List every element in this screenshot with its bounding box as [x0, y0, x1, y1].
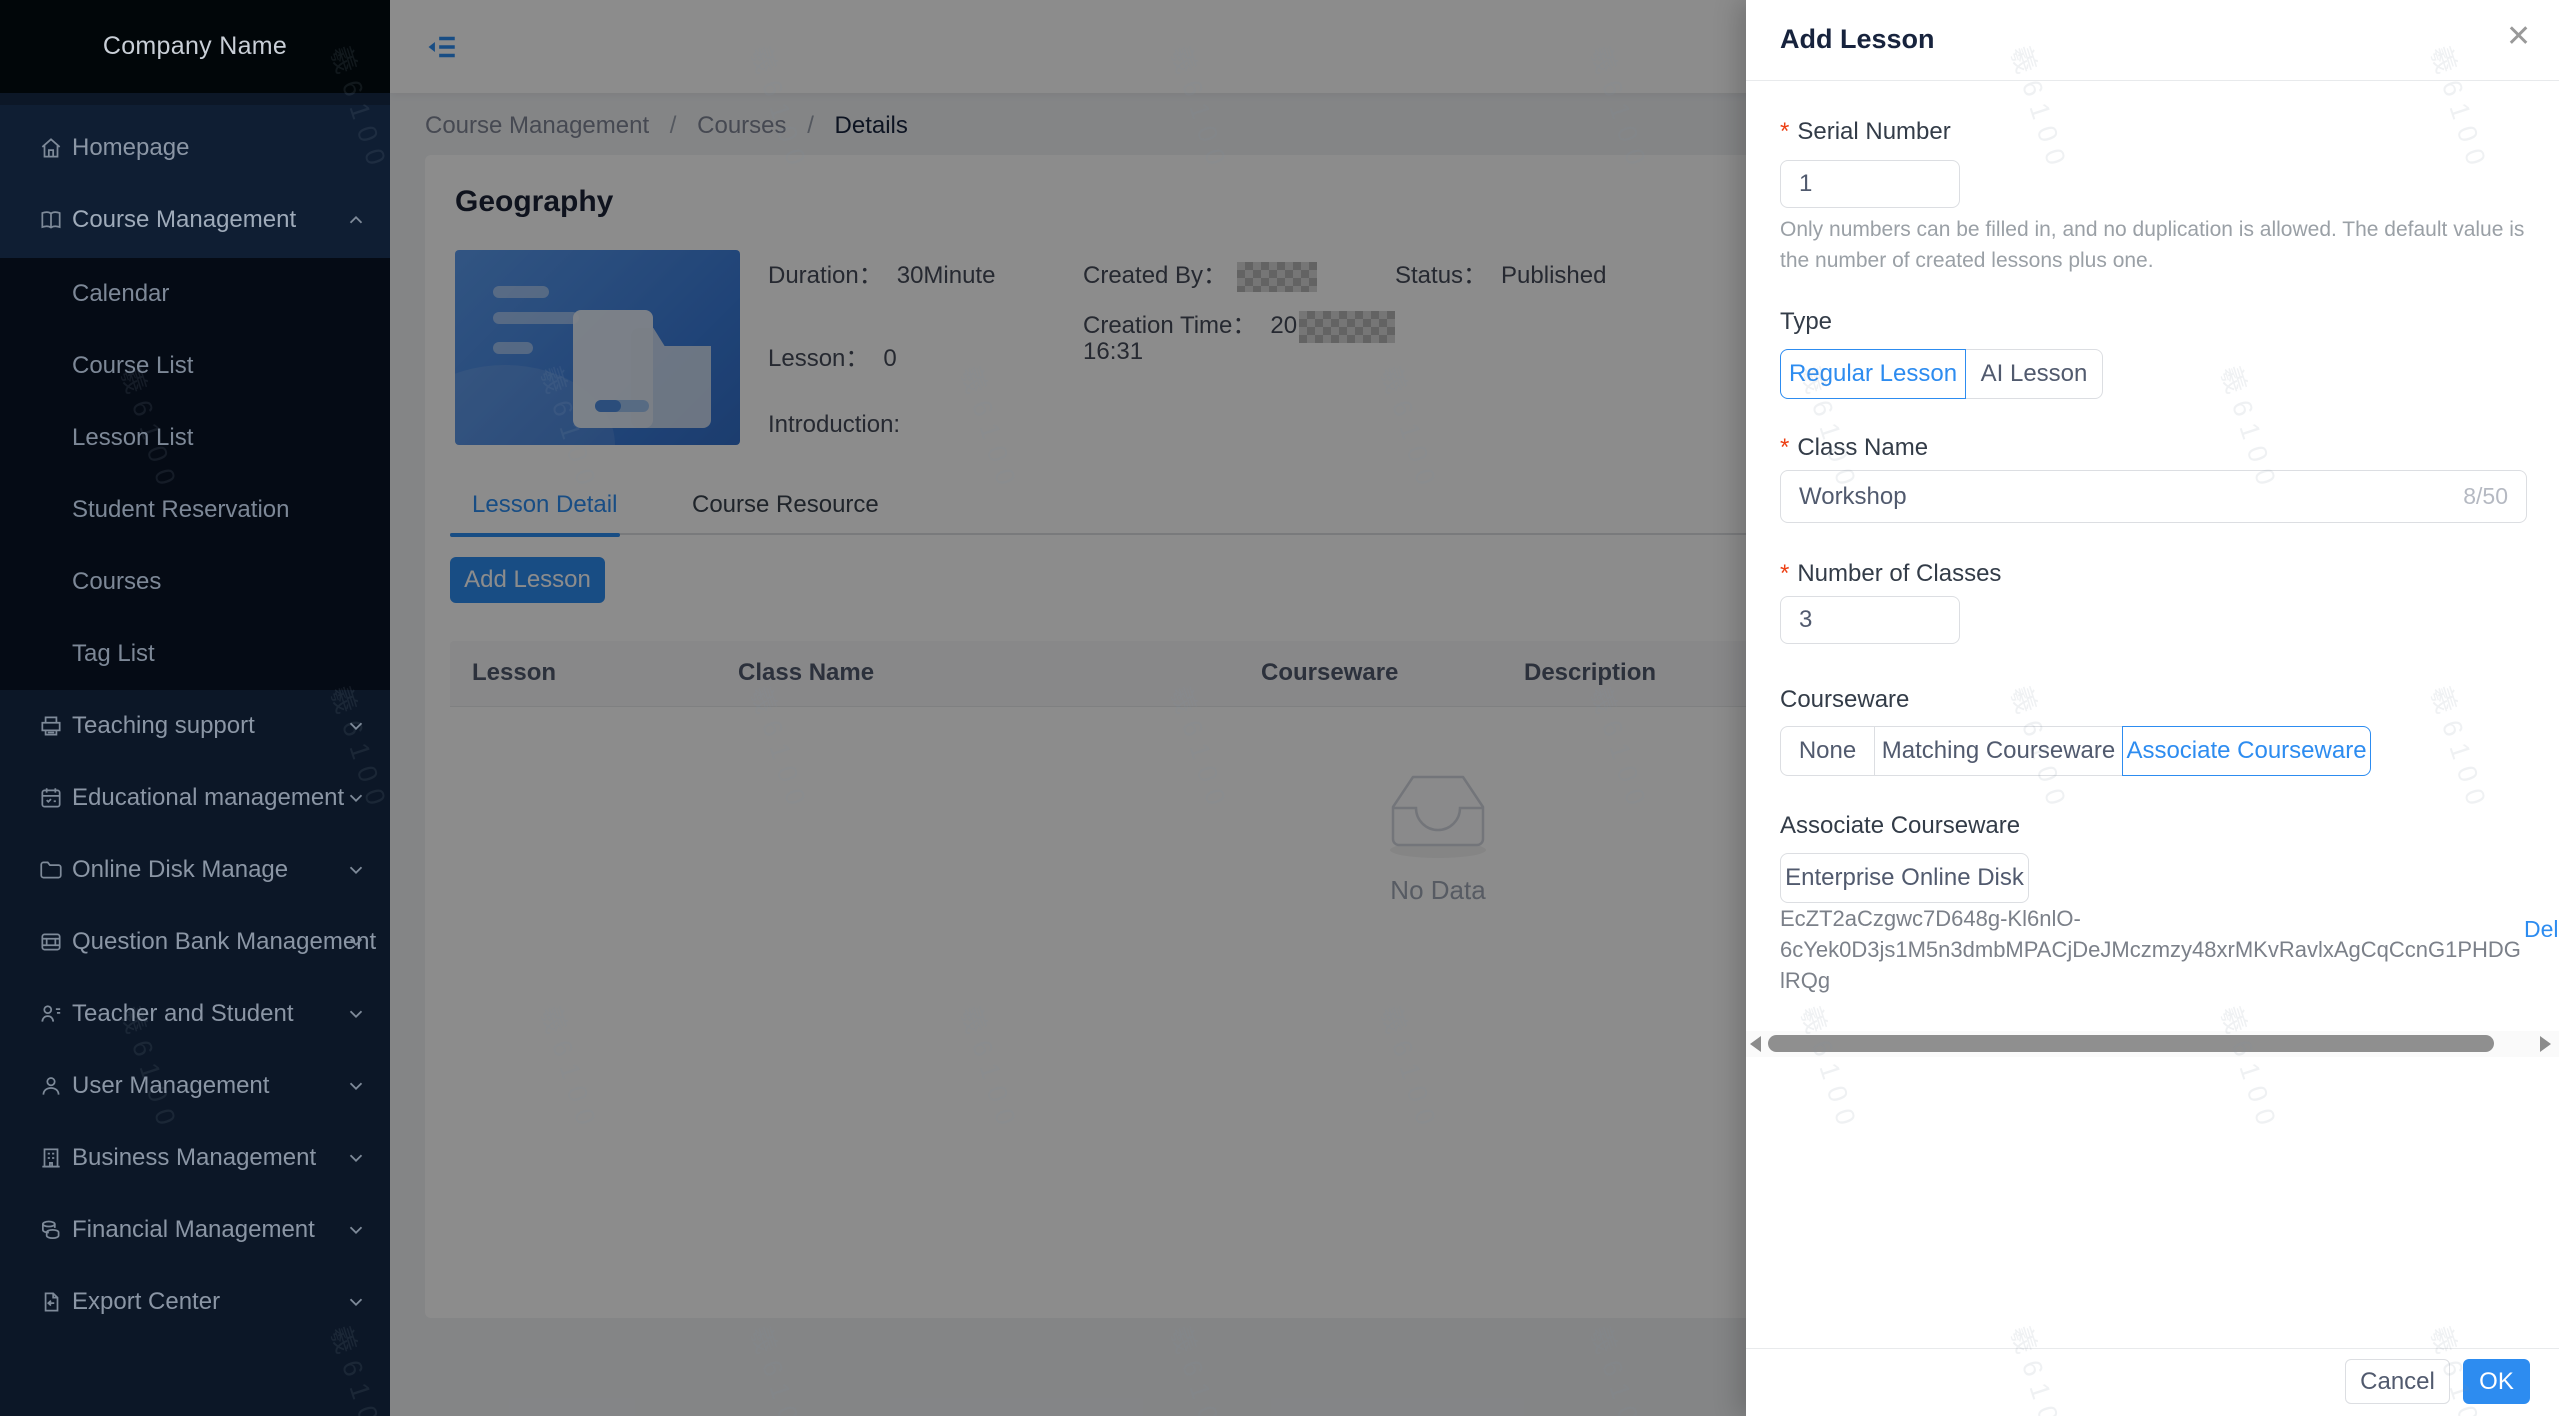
chevron-down-icon: [345, 715, 367, 737]
sidebar-item-courses[interactable]: Courses: [0, 546, 390, 618]
serial-number-label: Serial Number: [1780, 118, 1951, 146]
sidebar-item-export-center[interactable]: Export Center: [0, 1266, 390, 1338]
sidebar-item-user-management[interactable]: User Management: [0, 1050, 390, 1122]
sidebar-item-label: Question Bank Management: [72, 928, 376, 956]
type-segmented-control: Regular Lesson AI Lesson: [1780, 349, 2103, 399]
character-counter: 8/50: [2463, 483, 2508, 510]
sidebar-item-label: Online Disk Manage: [72, 856, 288, 884]
coins-icon: [38, 1217, 64, 1243]
sidebar-item-lesson-list[interactable]: Lesson List: [0, 402, 390, 474]
company-name: Company Name: [103, 32, 287, 61]
class-name-value: Workshop: [1799, 483, 1907, 511]
courseware-segmented-control: None Matching Courseware Associate Cours…: [1780, 726, 2371, 776]
sidebar-item-label: Export Center: [72, 1288, 220, 1316]
courseware-option-none[interactable]: None: [1780, 726, 1875, 776]
folder-icon: [38, 857, 64, 883]
courseware-option-associate[interactable]: Associate Courseware: [2122, 726, 2371, 776]
sidebar-item-label: Courses: [72, 568, 161, 596]
sidebar-item-online-disk-manage[interactable]: Online Disk Manage: [0, 834, 390, 906]
scrollbar-right-arrow[interactable]: [2540, 1036, 2551, 1052]
sidebar-item-label: Student Reservation: [72, 496, 289, 524]
add-lesson-drawer: Add Lesson ✕ Serial Number 1 Only number…: [1746, 0, 2559, 1416]
chevron-down-icon: [345, 1291, 367, 1313]
page: Company Name Homepage Course Management …: [0, 0, 2559, 1416]
chevron-down-icon: [345, 859, 367, 881]
sidebar-item-label: Course List: [72, 352, 193, 380]
class-name-label: Class Name: [1780, 434, 1928, 462]
sidebar-item-teacher-and-student[interactable]: Teacher and Student: [0, 978, 390, 1050]
drawer-title: Add Lesson: [1780, 24, 1935, 55]
associated-file-id: EcZT2aCzgwc7D648g-Kl6nlO-6cYek0D3js1M5n3…: [1780, 903, 2525, 996]
sidebar-item-label: Course Management: [72, 206, 296, 234]
sidebar-item-course-list[interactable]: Course List: [0, 330, 390, 402]
close-icon[interactable]: ✕: [2506, 22, 2531, 52]
drawer-footer: Cancel OK: [1746, 1348, 2559, 1416]
associate-courseware-label: Associate Courseware: [1780, 812, 2020, 840]
teacher-student-icon: [38, 1001, 64, 1027]
sidebar-item-question-bank-management[interactable]: Question Bank Management: [0, 906, 390, 978]
book-icon: [38, 207, 64, 233]
sidebar-item-label: User Management: [72, 1072, 269, 1100]
sidebar-item-student-reservation[interactable]: Student Reservation: [0, 474, 390, 546]
delete-link[interactable]: Delete: [2524, 916, 2559, 943]
printer-icon: [38, 713, 64, 739]
chevron-down-icon: [345, 1219, 367, 1241]
chevron-down-icon: [345, 931, 367, 953]
sidebar-item-label: Lesson List: [72, 424, 193, 452]
scrollbar-left-arrow[interactable]: [1750, 1036, 1761, 1052]
chevron-down-icon: [345, 1147, 367, 1169]
chevron-down-icon: [345, 1075, 367, 1097]
enterprise-online-disk-button[interactable]: Enterprise Online Disk: [1780, 853, 2029, 903]
courseware-label: Courseware: [1780, 686, 1909, 714]
export-document-icon: [38, 1289, 64, 1315]
sidebar-item-label: Educational management: [72, 784, 344, 812]
drawer-mask-overlay[interactable]: [390, 0, 1746, 1416]
home-icon: [38, 135, 64, 161]
sidebar-item-label: Financial Management: [72, 1216, 315, 1244]
chevron-up-icon: [345, 209, 367, 231]
sidebar-item-course-management[interactable]: Course Management: [0, 184, 390, 256]
number-of-classes-label: Number of Classes: [1780, 560, 2001, 588]
sidebar-item-financial-management[interactable]: Financial Management: [0, 1194, 390, 1266]
scrollbar-thumb[interactable]: [1768, 1035, 2494, 1052]
sidebar-item-label: Homepage: [72, 134, 189, 162]
cancel-button[interactable]: Cancel: [2345, 1359, 2450, 1404]
question-bank-icon: [38, 929, 64, 955]
ok-button[interactable]: OK: [2463, 1359, 2530, 1404]
sidebar-item-teaching-support[interactable]: Teaching support: [0, 690, 390, 762]
sidebar: Company Name Homepage Course Management …: [0, 0, 390, 1416]
calendar-check-icon: [38, 785, 64, 811]
serial-number-value: 1: [1799, 170, 1812, 198]
horizontal-scrollbar: [1746, 1031, 2559, 1057]
type-label: Type: [1780, 308, 1832, 336]
sidebar-item-label: Teacher and Student: [72, 1000, 294, 1028]
sidebar-item-label: Tag List: [72, 640, 155, 668]
company-logo: Company Name: [0, 0, 390, 93]
chevron-down-icon: [345, 1003, 367, 1025]
sidebar-item-label: Calendar: [72, 280, 169, 308]
sidebar-item-homepage[interactable]: Homepage: [0, 112, 390, 184]
number-of-classes-value: 3: [1799, 606, 1812, 634]
building-icon: [38, 1145, 64, 1171]
type-option-regular-lesson[interactable]: Regular Lesson: [1780, 349, 1966, 399]
courseware-option-matching[interactable]: Matching Courseware: [1874, 726, 2123, 776]
type-option-ai-lesson[interactable]: AI Lesson: [1965, 349, 2103, 399]
sidebar-item-tag-list[interactable]: Tag List: [0, 618, 390, 690]
serial-number-hint: Only numbers can be filled in, and no du…: [1780, 214, 2538, 276]
sidebar-item-label: Business Management: [72, 1144, 316, 1172]
sidebar-item-label: Teaching support: [72, 712, 255, 740]
serial-number-input[interactable]: 1: [1780, 160, 1960, 208]
user-icon: [38, 1073, 64, 1099]
class-name-input[interactable]: Workshop 8/50: [1780, 470, 2527, 523]
sidebar-item-business-management[interactable]: Business Management: [0, 1122, 390, 1194]
number-of-classes-input[interactable]: 3: [1780, 596, 1960, 644]
drawer-header-divider: [1746, 80, 2559, 81]
sidebar-item-educational-management[interactable]: Educational management: [0, 762, 390, 834]
sidebar-item-calendar[interactable]: Calendar: [0, 258, 390, 330]
chevron-down-icon: [345, 787, 367, 809]
